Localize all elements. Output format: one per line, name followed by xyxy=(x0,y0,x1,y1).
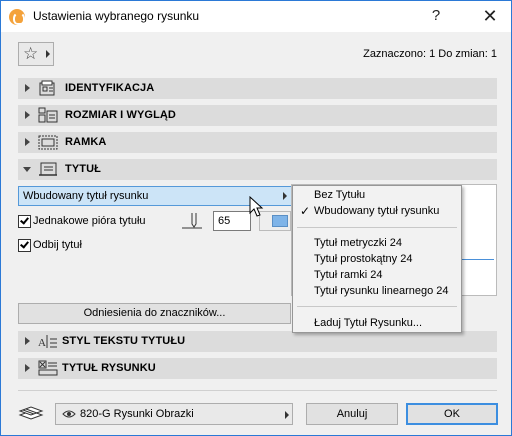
svg-text:A: A xyxy=(38,337,46,349)
ok-button[interactable]: OK xyxy=(406,403,498,425)
same-pens-label: Jednakowe pióra tytułu xyxy=(33,215,146,227)
same-pens-checkbox[interactable]: Jednakowe pióra tytułu xyxy=(18,214,178,230)
chevron-right-icon xyxy=(46,50,50,58)
section-label: ROZMIAR I WYGLĄD xyxy=(65,109,176,121)
menu-separator xyxy=(297,306,457,307)
section-identification[interactable]: IDENTYFIKACJA xyxy=(18,78,497,99)
layer-name: 820-G Rysunki Obrazki xyxy=(80,408,194,420)
section-size-layout[interactable]: ROZMIAR I WYGLĄD xyxy=(18,105,497,126)
eye-icon xyxy=(62,410,76,418)
footer-divider xyxy=(18,390,497,391)
checkbox-box[interactable] xyxy=(18,239,31,252)
section-title-text-style[interactable]: A STYL TEKSTU TYTUŁU xyxy=(18,331,497,352)
checkmark-icon xyxy=(20,239,29,249)
mirror-title-checkbox[interactable]: Odbij tytuł xyxy=(18,238,118,254)
menu-separator xyxy=(297,227,457,228)
mirror-title-label: Odbij tytuł xyxy=(33,239,82,251)
favorites-button[interactable]: ☆ xyxy=(18,42,54,66)
checkmark-icon xyxy=(20,215,29,225)
identification-icon xyxy=(39,80,55,96)
title-icon xyxy=(39,162,57,176)
title-type-value: Wbudowany tytuł rysunku xyxy=(23,190,149,202)
references-button[interactable]: Odniesienia do znaczników... xyxy=(18,303,291,324)
title-type-menu: Bez Tytułu ✓ Wbudowany tytuł rysunku Tyt… xyxy=(292,185,462,333)
menu-item-linear-title[interactable]: Tytuł rysunku linearnego 24 xyxy=(314,285,449,297)
menu-item-load-title[interactable]: Ładuj Tytuł Rysunku... xyxy=(314,317,422,329)
section-drawing-title[interactable]: TYTUŁ RYSUNKU xyxy=(18,358,497,379)
checkbox-box[interactable] xyxy=(18,215,31,228)
checkmark-icon: ✓ xyxy=(300,204,311,218)
dialog-window: Ustawienia wybranego rysunku ? ✕ ☆ Zazna… xyxy=(0,0,512,436)
frame-icon xyxy=(38,135,58,150)
size-layout-icon xyxy=(38,107,58,123)
pen-number-value: 65 xyxy=(218,215,231,227)
pen-color-swatch xyxy=(272,215,288,227)
menu-item-built-in-title[interactable]: Wbudowany tytuł rysunku xyxy=(314,205,439,217)
expand-arrow-icon xyxy=(25,111,30,119)
chevron-right-icon xyxy=(283,192,287,200)
layer-select[interactable]: 820-G Rysunki Obrazki xyxy=(55,403,293,425)
title-bar: Ustawienia wybranego rysunku ? ✕ xyxy=(1,1,511,32)
menu-item-no-title[interactable]: Bez Tytułu xyxy=(314,189,365,201)
archicad-app-icon xyxy=(9,9,25,25)
section-title[interactable]: TYTUŁ xyxy=(18,159,497,180)
pen-icon xyxy=(182,213,202,229)
menu-item-rectangular-title[interactable]: Tytuł prostokątny 24 xyxy=(314,253,412,265)
cancel-button[interactable]: Anuluj xyxy=(306,403,398,425)
section-label: IDENTYFIKACJA xyxy=(65,82,155,94)
pen-number-field[interactable]: 65 xyxy=(213,211,251,231)
expand-arrow-icon xyxy=(25,84,30,92)
expand-arrow-icon xyxy=(25,138,30,146)
section-frame[interactable]: RAMKA xyxy=(18,132,497,153)
star-icon: ☆ xyxy=(23,44,39,63)
window-title: Ustawienia wybranego rysunku xyxy=(33,9,200,23)
chevron-right-icon xyxy=(285,411,289,419)
section-label: TYTUŁ xyxy=(65,163,101,175)
layer-icon xyxy=(18,406,44,420)
drawing-title-icon xyxy=(38,360,58,376)
cursor-icon xyxy=(249,196,264,217)
section-label: STYL TEKSTU TYTUŁU xyxy=(62,335,186,347)
menu-item-title-block[interactable]: Tytuł metryczki 24 xyxy=(314,237,402,249)
section-label: TYTUŁ RYSUNKU xyxy=(62,362,156,374)
menu-item-frame-title[interactable]: Tytuł ramki 24 xyxy=(314,269,382,281)
selection-info: Zaznaczono: 1 Do zmian: 1 xyxy=(363,48,497,60)
collapse-arrow-icon xyxy=(23,167,31,172)
expand-arrow-icon xyxy=(25,337,30,345)
section-label: RAMKA xyxy=(65,136,107,148)
expand-arrow-icon xyxy=(25,364,30,372)
close-icon[interactable]: ✕ xyxy=(479,5,501,27)
help-icon[interactable]: ? xyxy=(426,6,446,26)
preview-line xyxy=(462,259,494,260)
text-style-icon: A xyxy=(38,335,57,349)
